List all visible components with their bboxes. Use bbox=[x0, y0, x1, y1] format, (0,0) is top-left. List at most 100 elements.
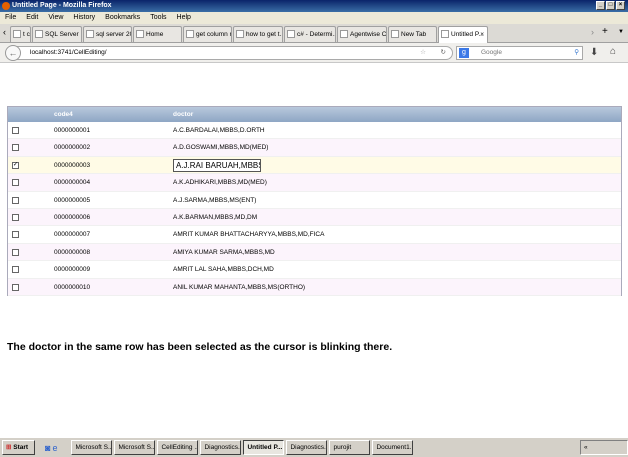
code-cell: 0000000006 bbox=[54, 213, 91, 221]
browser-tab[interactable]: t col... bbox=[10, 26, 31, 42]
table-row[interactable]: 0000000007 AMRIT KUMAR BHATTACHARYYA,MBBS… bbox=[8, 226, 621, 244]
doctor-cell[interactable]: AMIYA KUMAR SARMA,MBBS,MD bbox=[173, 244, 275, 261]
doctor-cell[interactable]: ANIL KUMAR MAHANTA,MBBS,MS(ORTHO) bbox=[173, 279, 305, 296]
doctor-cell[interactable]: A.K.BARMAN,MBBS,MD,DM bbox=[173, 209, 257, 226]
tab-scroll-right-icon[interactable]: › bbox=[591, 27, 594, 37]
menu-file[interactable]: File bbox=[5, 12, 16, 24]
doctor-cell[interactable]: A.D.GOSWAMI,MBBS,MD(MED) bbox=[173, 139, 268, 156]
doctor-cell[interactable]: AMRIT KUMAR BHATTACHARYYA,MBBS,MD,FICA bbox=[173, 226, 324, 243]
tab-close-icon[interactable]: × bbox=[480, 27, 484, 42]
browser-tab[interactable]: SQL Server F... bbox=[32, 26, 82, 42]
table-row[interactable]: 0000000009 AMRIT LAL SAHA,MBBS,DCH,MD bbox=[8, 261, 621, 279]
reload-icon[interactable]: ↻ bbox=[441, 47, 446, 59]
maximize-button[interactable]: □ bbox=[606, 1, 615, 10]
search-placeholder: Google bbox=[481, 49, 502, 56]
doctor-cell[interactable]: AMRIT LAL SAHA,MBBS,DCH,MD bbox=[173, 261, 274, 278]
table-row[interactable]: 0000000004 A.K.ADHIKARI,MBBS,MD(MED) bbox=[8, 174, 621, 192]
code-cell: 0000000001 bbox=[54, 127, 91, 134]
tray-expand-icon[interactable]: « bbox=[584, 444, 588, 451]
column-header-code4[interactable]: code4 bbox=[54, 107, 73, 122]
browser-tab[interactable]: sql server 20... bbox=[83, 26, 132, 42]
row-checkbox[interactable]: ✓ bbox=[12, 161, 19, 169]
browser-tab[interactable]: how to get t... bbox=[233, 26, 283, 42]
table-row[interactable]: 0000000006 A.K.BARMAN,MBBS,MD,DM bbox=[8, 208, 621, 227]
row-checkbox[interactable] bbox=[12, 283, 19, 291]
tab-label: Home bbox=[146, 31, 164, 38]
taskbar-item[interactable]: Diagnostics... bbox=[286, 440, 328, 455]
menu-help[interactable]: Help bbox=[177, 12, 191, 24]
browser-tab[interactable]: Agentwise C... bbox=[337, 26, 387, 42]
bookmark-star-icon[interactable]: ☆ bbox=[420, 47, 426, 59]
taskbar-item[interactable]: CellEditing ... bbox=[157, 440, 199, 455]
tab-favicon-icon bbox=[35, 30, 43, 38]
doctor-cell[interactable]: A.K.ADHIKARI,MBBS,MD(MED) bbox=[173, 174, 267, 191]
code-cell: 0000000009 bbox=[54, 266, 91, 274]
row-checkbox[interactable] bbox=[12, 196, 19, 204]
tab-bar: ‹ › + ▼ t col... SQL Server F... sql serve… bbox=[0, 24, 628, 43]
table-row[interactable]: ✓ 0000000003 A.J.RAI BARUAH,MBBS bbox=[8, 156, 621, 175]
menu-tools[interactable]: Tools bbox=[150, 12, 166, 24]
table-row[interactable]: 0000000002 A.D.GOSWAMI,MBBS,MD(MED) bbox=[8, 139, 621, 157]
tab-label: how to get t... bbox=[246, 31, 283, 38]
windows-logo-icon: ⊞ bbox=[6, 444, 12, 451]
url-bar[interactable]: localhost:3741/CellEditing/ ☆ ↻ bbox=[7, 46, 453, 60]
column-header-doctor[interactable]: doctor bbox=[173, 107, 193, 122]
doctor-cell[interactable]: A.J.SARMA,MBBS,MS(ENT) bbox=[173, 192, 256, 209]
close-button[interactable]: × bbox=[616, 1, 625, 10]
row-checkbox[interactable] bbox=[12, 231, 19, 239]
download-icon[interactable]: ⬇ bbox=[590, 47, 598, 58]
menu-view[interactable]: View bbox=[48, 12, 63, 24]
row-checkbox[interactable] bbox=[12, 144, 19, 152]
browser-tab[interactable]: c# - Determi... bbox=[284, 26, 336, 42]
doctor-edit-input[interactable]: A.J.RAI BARUAH,MBBS bbox=[173, 158, 261, 172]
tab-favicon-icon bbox=[236, 30, 244, 38]
taskbar-item[interactable]: Document1... bbox=[372, 440, 414, 455]
table-row[interactable]: 0000000005 A.J.SARMA,MBBS,MS(ENT) bbox=[8, 192, 621, 209]
menu-history[interactable]: History bbox=[73, 12, 95, 24]
taskbar-item[interactable]: Diagnostics... bbox=[200, 440, 242, 455]
table-row[interactable]: 0000000010 ANIL KUMAR MAHANTA,MBBS,MS(ORT… bbox=[8, 278, 621, 296]
taskbar-item[interactable]: purojit bbox=[329, 440, 371, 455]
search-icon[interactable]: ⚲ bbox=[574, 47, 579, 59]
row-checkbox[interactable] bbox=[12, 248, 19, 256]
url-text: localhost:3741/CellEditing/ bbox=[30, 49, 107, 56]
code-cell: 0000000010 bbox=[54, 283, 91, 291]
row-checkbox[interactable] bbox=[12, 213, 19, 221]
tab-label: Agentwise C... bbox=[350, 31, 387, 38]
taskbar-item[interactable]: Microsoft S... bbox=[114, 440, 156, 455]
code-cell: 0000000008 bbox=[54, 248, 91, 256]
title-bar: Untitled Page - Mozilla Firefox _ □ × bbox=[0, 0, 628, 12]
system-tray: « bbox=[580, 440, 628, 455]
row-checkbox[interactable] bbox=[12, 266, 19, 274]
taskbar-item[interactable]: Untitled P... bbox=[243, 440, 285, 455]
taskbar: ⊞ Start ◙ e Microsoft S... Microsoft S...… bbox=[0, 437, 628, 457]
table-row[interactable]: 0000000008 AMIYA KUMAR SARMA,MBBS,MD bbox=[8, 243, 621, 262]
doctor-cell[interactable]: A.C.BARDALAI,MBBS,D.ORTH bbox=[173, 122, 265, 139]
search-box[interactable]: g Google ⚲ bbox=[456, 46, 583, 60]
quicklaunch-ie-icon[interactable]: e bbox=[52, 443, 57, 453]
minimize-button[interactable]: _ bbox=[596, 1, 605, 10]
tab-favicon-icon bbox=[391, 30, 399, 38]
grid-header: code4 doctor bbox=[8, 107, 621, 122]
quicklaunch-desktop-icon[interactable]: ◙ bbox=[45, 443, 50, 453]
code-cell: 0000000003 bbox=[54, 161, 91, 169]
browser-tab[interactable]: Home bbox=[133, 26, 182, 42]
start-button[interactable]: ⊞ Start bbox=[2, 440, 35, 455]
tab-favicon-icon bbox=[136, 30, 144, 38]
row-checkbox[interactable] bbox=[12, 127, 19, 134]
browser-tab[interactable]: New Tab bbox=[388, 26, 437, 42]
table-row[interactable]: 0000000001 A.C.BARDALAI,MBBS,D.ORTH bbox=[8, 122, 621, 140]
menu-bookmarks[interactable]: Bookmarks bbox=[105, 12, 140, 24]
browser-tab[interactable]: Untitled P... × bbox=[438, 26, 488, 43]
new-tab-button[interactable]: + bbox=[602, 26, 608, 37]
tab-scroll-left-icon[interactable]: ‹ bbox=[3, 27, 6, 37]
home-icon[interactable]: ⌂ bbox=[610, 46, 616, 57]
row-checkbox[interactable] bbox=[12, 179, 19, 187]
menu-edit[interactable]: Edit bbox=[26, 12, 38, 24]
browser-tab[interactable]: get column n... bbox=[183, 26, 232, 42]
back-button[interactable]: ← bbox=[5, 45, 21, 61]
window-title: Untitled Page - Mozilla Firefox bbox=[12, 2, 112, 9]
code-cell: 0000000005 bbox=[54, 196, 91, 204]
taskbar-item[interactable]: Microsoft S... bbox=[71, 440, 113, 455]
tab-list-icon[interactable]: ▼ bbox=[618, 29, 624, 35]
